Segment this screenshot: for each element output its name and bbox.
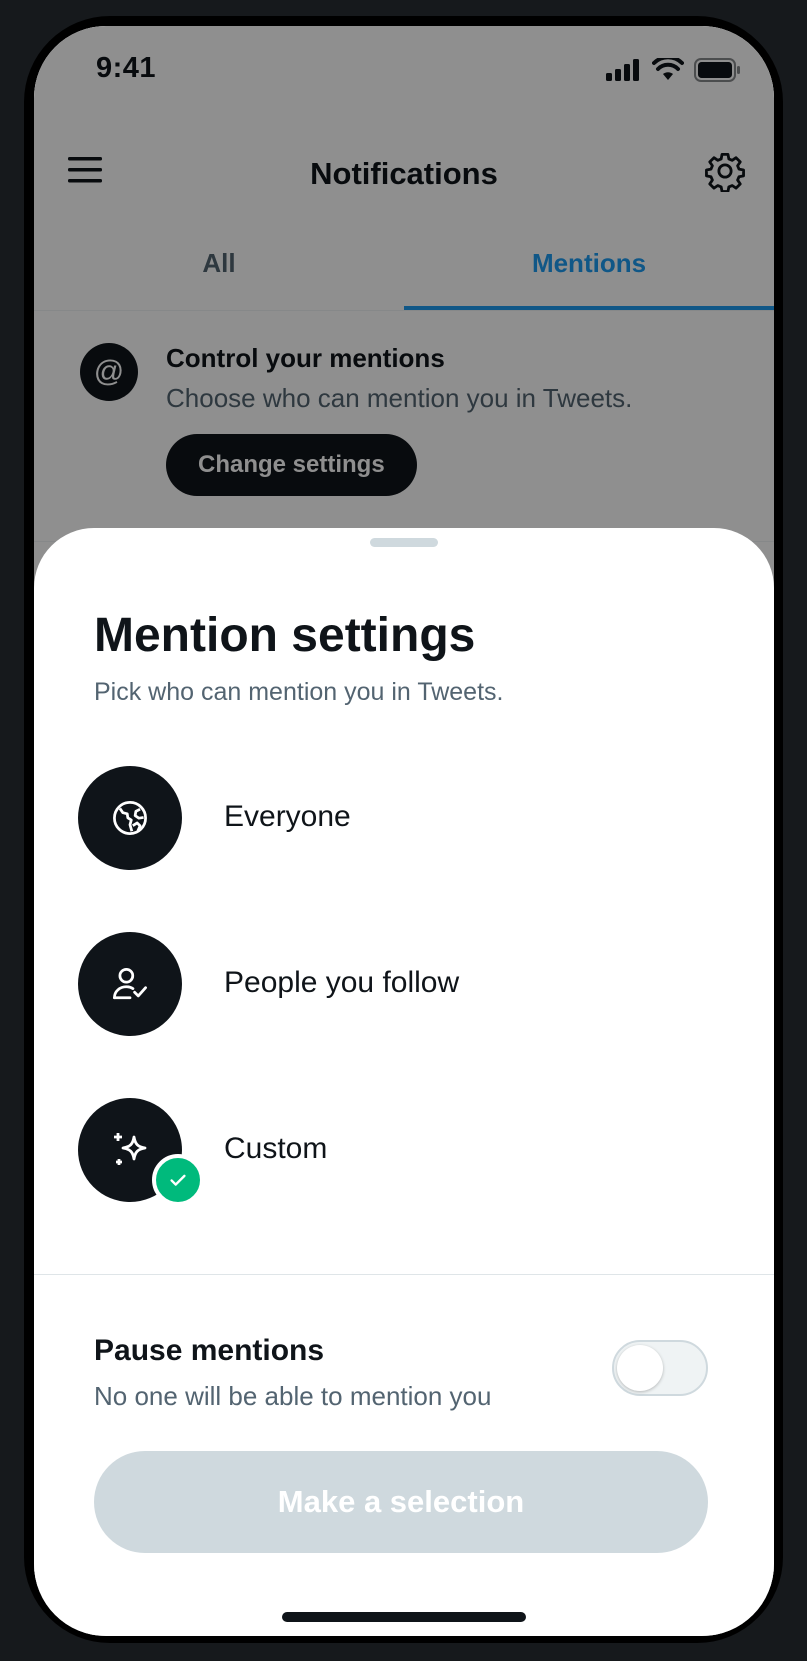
- pause-mentions-toggle[interactable]: [612, 1340, 708, 1396]
- divider: [34, 1274, 774, 1275]
- option-people-you-follow[interactable]: People you follow: [78, 932, 718, 1036]
- sheet-title: Mention settings: [94, 609, 476, 662]
- selected-check-icon: [152, 1154, 204, 1206]
- person-check-icon: [78, 932, 182, 1036]
- option-label: People you follow: [224, 966, 460, 999]
- globe-icon: [78, 766, 182, 870]
- option-custom[interactable]: Custom: [78, 1098, 718, 1206]
- pause-mentions-subtitle: No one will be able to mention you: [94, 1381, 492, 1411]
- screen: 9:41 Notifications All Mentions @ Contro…: [34, 26, 774, 1636]
- option-everyone[interactable]: Everyone: [78, 766, 718, 870]
- sheet-subtitle: Pick who can mention you in Tweets.: [94, 678, 504, 706]
- make-selection-button[interactable]: Make a selection: [94, 1451, 708, 1553]
- pause-mentions-title: Pause mentions: [94, 1334, 325, 1367]
- option-label: Everyone: [224, 800, 351, 833]
- option-label: Custom: [224, 1132, 328, 1165]
- toggle-knob: [617, 1345, 663, 1391]
- mention-settings-sheet: Mention settings Pick who can mention yo…: [34, 528, 774, 1636]
- home-indicator[interactable]: [282, 1612, 526, 1622]
- sheet-drag-handle[interactable]: [370, 538, 438, 547]
